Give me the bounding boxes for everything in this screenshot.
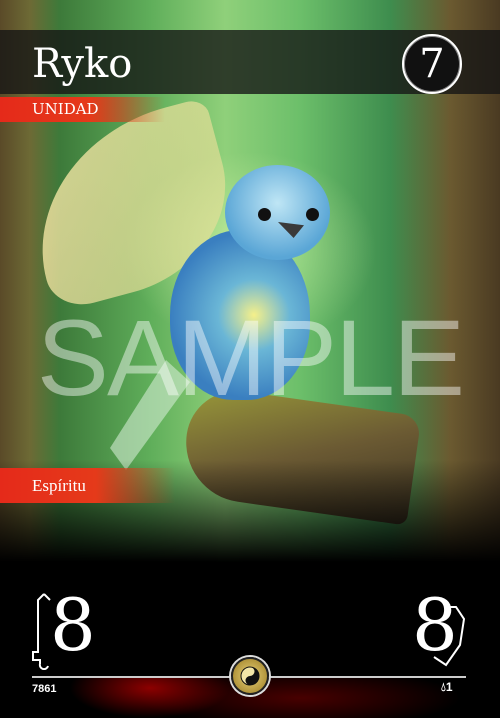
card-name: Ryko bbox=[32, 41, 133, 87]
card-code: 7861 bbox=[32, 683, 57, 695]
cost-badge: 7 bbox=[402, 34, 462, 94]
rarity-count: 1 bbox=[445, 680, 453, 694]
faction-emblem bbox=[231, 657, 269, 695]
card: SAMPLE Ryko 7 UNIDAD Espíritu 8 8 7861 💧… bbox=[0, 0, 500, 718]
rarity-indicator: 💧︎1 bbox=[441, 680, 453, 695]
card-subtype: Espíritu bbox=[0, 468, 175, 503]
attack-value: 8 bbox=[50, 583, 96, 667]
shield-icon bbox=[433, 606, 466, 667]
yin-yang-icon bbox=[240, 666, 260, 686]
card-type: UNIDAD bbox=[0, 97, 165, 122]
bird-eye bbox=[306, 208, 319, 221]
sample-watermark: SAMPLE bbox=[36, 297, 465, 418]
bird-eye bbox=[258, 208, 271, 221]
